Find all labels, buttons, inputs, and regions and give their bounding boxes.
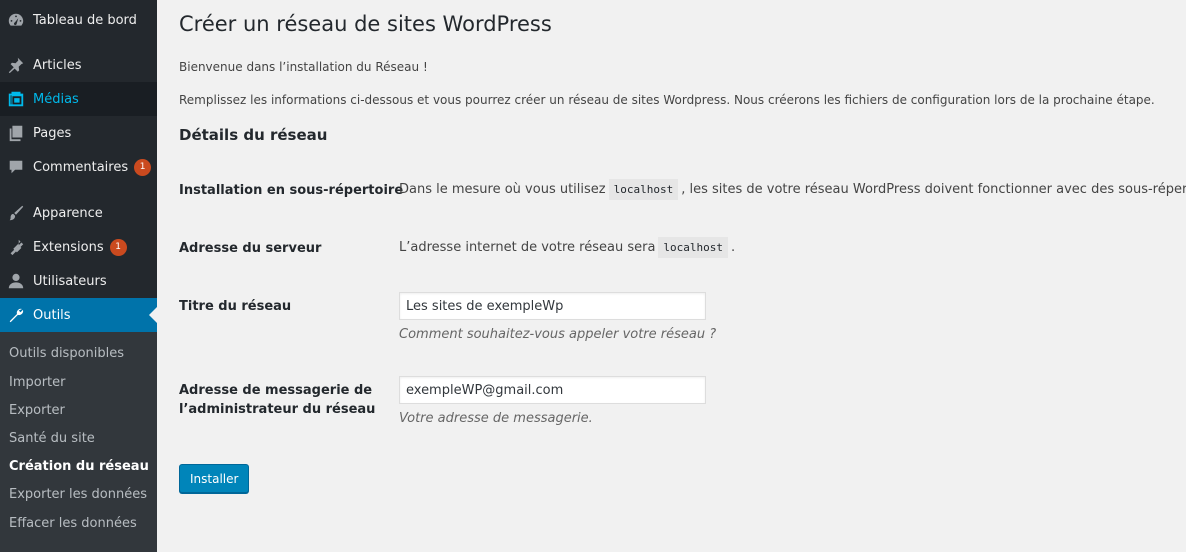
menu-item-extensions[interactable]: Extensions 1 xyxy=(0,230,157,264)
menu-item-label: Outils xyxy=(33,307,71,323)
menu-item-label: Utilisateurs xyxy=(33,273,107,289)
admin-email-label-line1: Adresse de messagerie de xyxy=(179,383,373,398)
menu-item-label: Tableau de bord xyxy=(33,12,137,28)
extensions-count-badge: 1 xyxy=(109,238,127,256)
subdir-text-after: , les sites de votre réseau WordPress do… xyxy=(681,182,1186,197)
admin-email-label: Adresse de messagerie de l’administrateu… xyxy=(179,381,375,419)
media-icon xyxy=(6,89,26,109)
menu-item-articles[interactable]: Articles xyxy=(0,48,157,82)
network-title-input[interactable] xyxy=(399,292,706,320)
subdir-text-before: Dans le mesure où vous utilisez xyxy=(399,182,606,197)
admin-menu: Tableau de bord Articles Médias Pages Co… xyxy=(0,0,157,552)
pin-icon xyxy=(6,55,26,75)
network-title-description: Comment souhaitez-vous appeler votre rés… xyxy=(399,327,717,342)
page-title: Créer un réseau de sites WordPress xyxy=(179,12,552,36)
submenu-item-site-health[interactable]: Santé du site xyxy=(9,431,95,446)
menu-item-label: Médias xyxy=(33,91,79,107)
submenu-item-import[interactable]: Importer xyxy=(9,375,66,390)
menu-item-tools[interactable]: Outils xyxy=(0,298,157,332)
admin-email-input[interactable] xyxy=(399,376,706,404)
tools-submenu: Outils disponibles Importer Exporter San… xyxy=(0,332,157,552)
paintbrush-icon xyxy=(6,203,26,223)
server-code: localhost xyxy=(658,237,729,258)
menu-item-pages[interactable]: Pages xyxy=(0,116,157,150)
menu-item-media[interactable]: Médias xyxy=(0,82,157,116)
submenu-item-erase-personal-data[interactable]: Effacer les données xyxy=(9,516,137,531)
menu-item-appearance[interactable]: Apparence xyxy=(0,196,157,230)
server-value: L’adresse internet de votre réseau sera … xyxy=(399,237,735,258)
menu-item-label: Extensions xyxy=(33,239,104,255)
server-text-before: L’adresse internet de votre réseau sera xyxy=(399,240,656,255)
welcome-text: Bienvenue dans l’installation du Réseau … xyxy=(179,60,428,74)
submenu-item-network-setup[interactable]: Création du réseau xyxy=(9,459,149,474)
comments-count-badge: 1 xyxy=(134,158,152,176)
menu-item-label: Commentaires xyxy=(33,159,129,175)
network-title-label: Titre du réseau xyxy=(179,299,292,314)
menu-item-comments[interactable]: Commentaires 1 xyxy=(0,150,157,184)
submenu-item-export[interactable]: Exporter xyxy=(9,403,65,418)
pages-icon xyxy=(6,123,26,143)
plugin-icon xyxy=(6,237,26,257)
wrench-icon xyxy=(6,305,26,325)
admin-email-label-line2: l’administrateur du réseau xyxy=(179,402,376,417)
menu-item-label: Articles xyxy=(33,57,82,73)
menu-item-dashboard[interactable]: Tableau de bord xyxy=(0,3,157,37)
install-button[interactable]: Installer xyxy=(179,464,250,493)
subdir-label: Installation en sous-répertoire xyxy=(179,183,404,198)
section-title: Détails du réseau xyxy=(179,126,328,144)
server-text-after: . xyxy=(731,240,736,255)
subdir-code: localhost xyxy=(608,179,679,200)
admin-email-description: Votre adresse de messagerie. xyxy=(399,411,593,426)
dashboard-icon xyxy=(6,10,26,30)
subdir-value: Dans le mesure où vous utilisez localhos… xyxy=(399,179,1186,200)
intro-text: Remplissez les informations ci-dessous e… xyxy=(179,93,1155,107)
submenu-item-available-tools[interactable]: Outils disponibles xyxy=(9,346,124,361)
menu-item-users[interactable]: Utilisateurs xyxy=(0,264,157,298)
comment-icon xyxy=(6,157,26,177)
server-label: Adresse du serveur xyxy=(179,241,322,256)
submenu-item-export-personal-data[interactable]: Exporter les données xyxy=(9,487,147,502)
menu-item-label: Pages xyxy=(33,125,72,141)
user-icon xyxy=(6,271,26,291)
menu-item-label: Apparence xyxy=(33,205,103,221)
